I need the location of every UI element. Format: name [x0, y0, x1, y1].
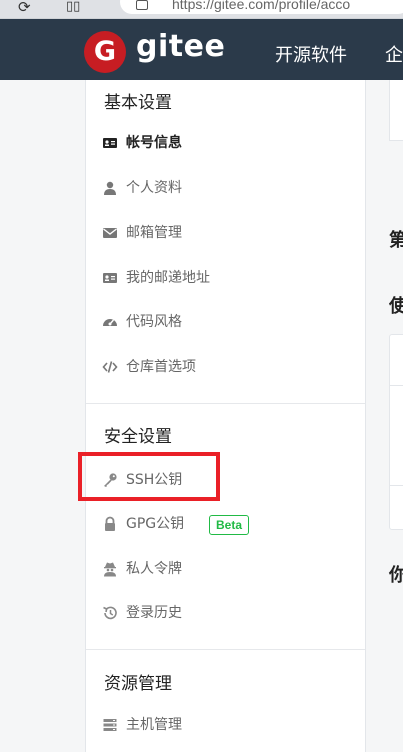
sidebar-item-host-management[interactable]: 主机管理: [102, 713, 342, 737]
sidebar-item-label: 我的邮递地址: [126, 270, 210, 286]
section-divider: [86, 403, 365, 404]
sidebar-item-label: GPG公钥: [126, 516, 185, 532]
logo-text[interactable]: gitee: [136, 29, 225, 64]
section-divider: [86, 649, 365, 650]
sidebar-item-personal-tokens[interactable]: 私人令牌: [102, 557, 342, 581]
sidebar-item-label: 代码风格: [126, 314, 182, 330]
sidebar-item-gpg-keys[interactable]: GPG公钥 Beta: [102, 512, 342, 536]
highlight-box: [78, 452, 220, 501]
sidebar-item-address[interactable]: 我的邮递地址: [102, 266, 342, 290]
content-panel: [389, 80, 403, 141]
reload-icon[interactable]: ⟳: [18, 0, 31, 15]
section-title-security: 安全设置: [104, 427, 172, 447]
site-header: G gitee 开源软件 企: [0, 19, 403, 80]
mail-icon: [103, 228, 117, 238]
address-card-icon: [103, 273, 117, 283]
sidebar-item-label: 登录历史: [126, 605, 182, 621]
address-bar[interactable]: https://gitee.com/profile/acco: [120, 0, 403, 14]
server-icon: [103, 719, 117, 731]
gitee-logo-icon[interactable]: G: [84, 31, 126, 73]
sidebar-item-code-style[interactable]: 代码风格: [102, 310, 342, 334]
beta-badge: Beta: [209, 515, 250, 535]
code-icon: [102, 361, 118, 373]
address-text[interactable]: https://gitee.com/profile/acco: [172, 0, 350, 12]
sidebar-item-email[interactable]: 邮箱管理: [102, 221, 342, 245]
sidebar-item-label: 帐号信息: [126, 135, 182, 151]
nav-enterprise[interactable]: 企: [385, 41, 403, 67]
sidebar-item-account-info[interactable]: 帐号信息: [102, 131, 342, 155]
settings-sidebar: 基本设置 帐号信息 个人资料 邮箱管理 我的邮递地址 代码风格 仓库首选项 安全…: [85, 80, 366, 752]
content-heading-char: 使: [389, 296, 403, 317]
logo-letter: G: [93, 36, 117, 67]
split-view-icon[interactable]: ▯▯: [66, 0, 80, 14]
sidebar-item-profile[interactable]: 个人资料: [102, 176, 342, 200]
id-card-icon: [103, 138, 117, 148]
nav-open-source[interactable]: 开源软件: [275, 41, 347, 67]
section-title-basic: 基本设置: [104, 93, 172, 113]
sidebar-item-label: 主机管理: [126, 717, 182, 733]
user-icon: [104, 181, 116, 195]
lock-icon: [105, 516, 115, 531]
sidebar-item-login-history[interactable]: 登录历史: [102, 601, 342, 625]
sidebar-item-label: 个人资料: [126, 180, 182, 196]
card-divider: [390, 485, 403, 486]
content-heading-char: 第: [389, 230, 403, 251]
sidebar-item-label: 私人令牌: [126, 561, 182, 577]
card-divider: [390, 385, 403, 386]
site-info-icon[interactable]: [136, 0, 148, 10]
sidebar-item-label: 仓库首选项: [126, 359, 196, 375]
history-icon: [103, 606, 117, 620]
content-heading-char: 你: [389, 565, 403, 586]
user-secret-icon: [104, 562, 116, 577]
section-title-resources: 资源管理: [104, 674, 172, 694]
browser-toolbar: ⟳ ▯▯ https://gitee.com/profile/acco: [0, 0, 403, 19]
sidebar-item-label: 邮箱管理: [126, 225, 182, 241]
palette-icon: [103, 319, 117, 326]
content-card: [389, 334, 403, 530]
sidebar-item-repo-preferences[interactable]: 仓库首选项: [102, 355, 342, 379]
